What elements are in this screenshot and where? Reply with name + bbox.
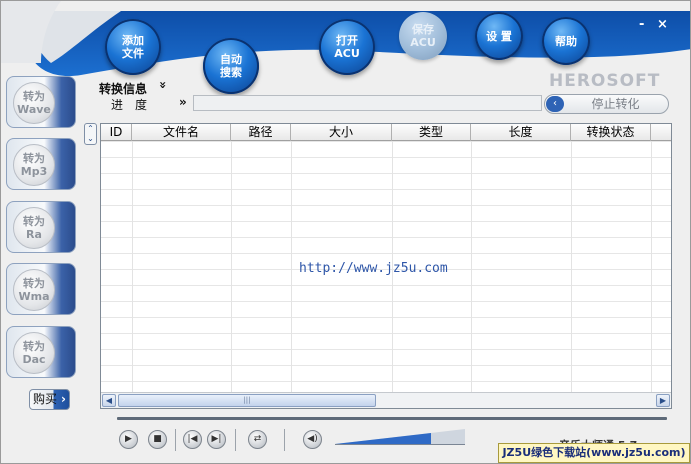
convert-info-label: 转换信息 (99, 82, 148, 96)
convert-dac-label: 转为 Dac (13, 332, 55, 374)
scroll-left-icon[interactable]: ◀ (102, 394, 116, 407)
grid-line (291, 141, 292, 393)
chevron-left-icon: ‹ (546, 96, 564, 112)
grid-line (231, 141, 232, 393)
help-button[interactable]: 帮助 (542, 17, 590, 65)
col-path[interactable]: 路径 (231, 124, 291, 141)
volume-slider[interactable] (335, 429, 465, 445)
auto-search-button[interactable]: 自动 搜索 (203, 38, 259, 94)
col-status[interactable]: 转换状态 (571, 124, 651, 141)
col-size[interactable]: 大小 (291, 124, 392, 141)
volume-icon[interactable]: ◀) (303, 430, 322, 449)
watermark-url: http://www.jz5u.com (299, 261, 448, 276)
progress-label: 进 度 (111, 98, 148, 112)
convert-ra-label: 转为 Ra (13, 207, 55, 249)
stop-convert-label: 停止转化 (591, 97, 640, 111)
convert-wma-label: 转为 Wma (13, 269, 55, 311)
next-icon[interactable]: ▶| (207, 430, 226, 449)
progress-arrow-icon: » (179, 95, 187, 109)
collapse-toggle-icon[interactable]: ⌃ ⌄ (84, 123, 97, 145)
repeat-icon[interactable]: ⇄ (248, 430, 267, 449)
convert-dac-button[interactable]: 转为 Dac (6, 326, 76, 378)
save-acu-button[interactable]: 保存 ACU (399, 12, 447, 60)
grid-line (651, 141, 652, 393)
minimize-button[interactable]: - (639, 17, 644, 32)
add-file-button[interactable]: 添加 文件 (105, 19, 161, 75)
convert-wave-button[interactable]: 转为 Wave (6, 76, 76, 128)
divider (235, 429, 236, 451)
play-icon[interactable]: ▶ (119, 430, 138, 449)
col-length[interactable]: 长度 (471, 124, 571, 141)
buy-label: 购买 (33, 392, 58, 406)
brand-logo: HEROSOFT (549, 71, 661, 91)
convert-wave-label: 转为 Wave (13, 82, 55, 124)
open-acu-button[interactable]: 打开 ACU (319, 19, 375, 75)
stop-convert-button[interactable]: ‹ 停止转化 (544, 94, 669, 114)
download-site-badge: JZ5U绿色下载站(www.jz5u.com) (498, 443, 690, 463)
col-id[interactable]: ID (101, 124, 132, 141)
close-button[interactable]: × (657, 17, 668, 32)
app-window: - × 添加 文件 自动 搜索 打开 ACU 保存 ACU 设 置 帮助 HER… (0, 0, 691, 464)
col-type[interactable]: 类型 (392, 124, 471, 141)
scroll-thumb[interactable]: ||| (118, 394, 376, 407)
col-filler (651, 124, 671, 141)
table-header: ID 文件名 路径 大小 类型 长度 转换状态 (101, 124, 671, 141)
convert-wma-button[interactable]: 转为 Wma (6, 263, 76, 315)
buy-button[interactable]: 购买 › (29, 389, 70, 410)
file-table: ID 文件名 路径 大小 类型 长度 转换状态 http://www.jz5u.… (100, 123, 672, 409)
horizontal-scrollbar[interactable]: ◀ ||| ▶ (101, 392, 671, 408)
divider (284, 429, 285, 451)
grid-line (471, 141, 472, 393)
stop-icon[interactable]: ■ (148, 430, 167, 449)
progress-bar (193, 95, 542, 111)
convert-info-toggle[interactable]: » (156, 81, 170, 89)
grid-line (571, 141, 572, 393)
convert-mp3-button[interactable]: 转为 Mp3 (6, 138, 76, 190)
divider (175, 429, 176, 451)
scroll-right-icon[interactable]: ▶ (656, 394, 670, 407)
settings-button[interactable]: 设 置 (475, 12, 523, 60)
grid-line (132, 141, 133, 393)
chevron-right-icon: › (61, 392, 66, 406)
seek-bar[interactable] (117, 417, 667, 420)
convert-mp3-label: 转为 Mp3 (13, 144, 55, 186)
col-filename[interactable]: 文件名 (132, 124, 231, 141)
convert-ra-button[interactable]: 转为 Ra (6, 201, 76, 253)
previous-icon[interactable]: |◀ (183, 430, 202, 449)
